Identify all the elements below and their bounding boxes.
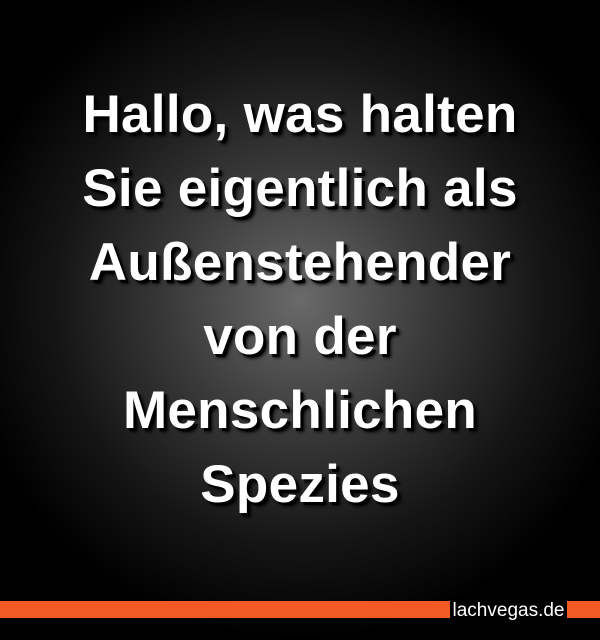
quote-line: Spezies xyxy=(200,455,400,514)
quote-line: Hallo, was halten xyxy=(82,85,518,144)
quote-line: Außenstehender xyxy=(88,233,512,292)
site-watermark: lachvegas.de xyxy=(450,596,567,626)
quote-line: Menschlichen xyxy=(122,381,478,440)
quote-text: Hallo, was halten Sie eigentlich als Auß… xyxy=(0,78,600,522)
meme-canvas: Hallo, was halten Sie eigentlich als Auß… xyxy=(0,0,600,640)
quote-line: von der xyxy=(203,307,397,366)
quote-line: Sie eigentlich als xyxy=(82,159,518,218)
